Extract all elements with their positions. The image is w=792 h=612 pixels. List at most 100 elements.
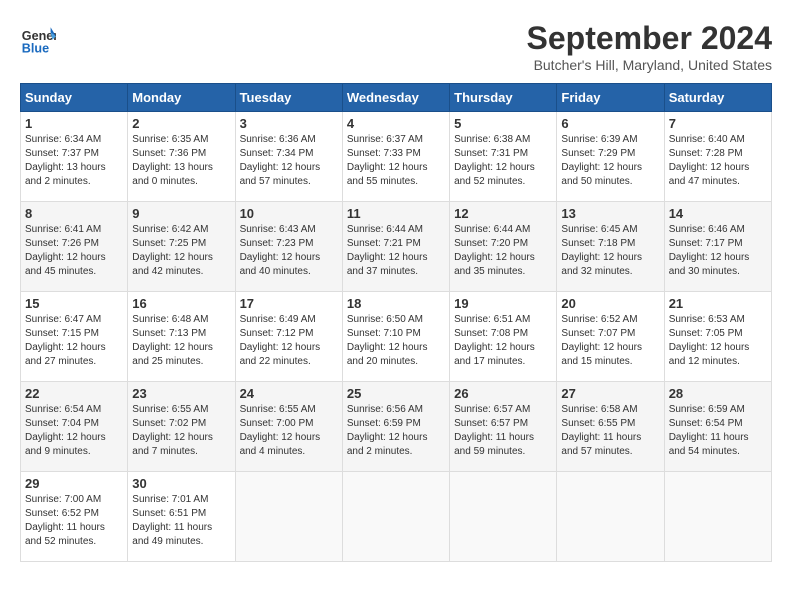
calendar-cell: 13 Sunrise: 6:45 AM Sunset: 7:18 PM Dayl… xyxy=(557,202,664,292)
calendar-cell: 21 Sunrise: 6:53 AM Sunset: 7:05 PM Dayl… xyxy=(664,292,771,382)
calendar-cell: 10 Sunrise: 6:43 AM Sunset: 7:23 PM Dayl… xyxy=(235,202,342,292)
calendar-cell: 8 Sunrise: 6:41 AM Sunset: 7:26 PM Dayli… xyxy=(21,202,128,292)
calendar-cell: 3 Sunrise: 6:36 AM Sunset: 7:34 PM Dayli… xyxy=(235,112,342,202)
calendar-cell: 15 Sunrise: 6:47 AM Sunset: 7:15 PM Dayl… xyxy=(21,292,128,382)
month-title: September 2024 xyxy=(527,20,772,57)
day-info: Sunrise: 6:55 AM Sunset: 7:02 PM Dayligh… xyxy=(132,403,230,459)
header-friday: Friday xyxy=(557,84,664,112)
calendar-cell: 2 Sunrise: 6:35 AM Sunset: 7:36 PM Dayli… xyxy=(128,112,235,202)
day-number: 2 xyxy=(132,116,230,131)
header-monday: Monday xyxy=(128,84,235,112)
day-info: Sunrise: 7:00 AM Sunset: 6:52 PM Dayligh… xyxy=(25,493,123,549)
day-info: Sunrise: 6:59 AM Sunset: 6:54 PM Dayligh… xyxy=(669,403,767,459)
logo-icon: General Blue xyxy=(20,20,56,56)
day-info: Sunrise: 7:01 AM Sunset: 6:51 PM Dayligh… xyxy=(132,493,230,549)
calendar-cell: 5 Sunrise: 6:38 AM Sunset: 7:31 PM Dayli… xyxy=(450,112,557,202)
calendar-cell: 30 Sunrise: 7:01 AM Sunset: 6:51 PM Dayl… xyxy=(128,472,235,562)
day-number: 7 xyxy=(669,116,767,131)
day-info: Sunrise: 6:35 AM Sunset: 7:36 PM Dayligh… xyxy=(132,133,230,189)
day-number: 28 xyxy=(669,386,767,401)
day-number: 21 xyxy=(669,296,767,311)
day-number: 20 xyxy=(561,296,659,311)
calendar-cell: 16 Sunrise: 6:48 AM Sunset: 7:13 PM Dayl… xyxy=(128,292,235,382)
calendar-cell: 24 Sunrise: 6:55 AM Sunset: 7:00 PM Dayl… xyxy=(235,382,342,472)
calendar-cell xyxy=(664,472,771,562)
day-number: 6 xyxy=(561,116,659,131)
day-number: 12 xyxy=(454,206,552,221)
calendar-cell xyxy=(450,472,557,562)
calendar-cell xyxy=(557,472,664,562)
day-info: Sunrise: 6:40 AM Sunset: 7:28 PM Dayligh… xyxy=(669,133,767,189)
header-row: SundayMondayTuesdayWednesdayThursdayFrid… xyxy=(21,84,772,112)
calendar-cell xyxy=(235,472,342,562)
day-number: 13 xyxy=(561,206,659,221)
day-info: Sunrise: 6:41 AM Sunset: 7:26 PM Dayligh… xyxy=(25,223,123,279)
week-row-3: 22 Sunrise: 6:54 AM Sunset: 7:04 PM Dayl… xyxy=(21,382,772,472)
day-number: 3 xyxy=(240,116,338,131)
day-info: Sunrise: 6:58 AM Sunset: 6:55 PM Dayligh… xyxy=(561,403,659,459)
day-number: 8 xyxy=(25,206,123,221)
day-number: 30 xyxy=(132,476,230,491)
day-info: Sunrise: 6:34 AM Sunset: 7:37 PM Dayligh… xyxy=(25,133,123,189)
calendar-cell: 1 Sunrise: 6:34 AM Sunset: 7:37 PM Dayli… xyxy=(21,112,128,202)
header-thursday: Thursday xyxy=(450,84,557,112)
day-number: 19 xyxy=(454,296,552,311)
header-wednesday: Wednesday xyxy=(342,84,449,112)
day-info: Sunrise: 6:51 AM Sunset: 7:08 PM Dayligh… xyxy=(454,313,552,369)
calendar-cell: 26 Sunrise: 6:57 AM Sunset: 6:57 PM Dayl… xyxy=(450,382,557,472)
header-tuesday: Tuesday xyxy=(235,84,342,112)
calendar-cell: 28 Sunrise: 6:59 AM Sunset: 6:54 PM Dayl… xyxy=(664,382,771,472)
calendar-cell: 25 Sunrise: 6:56 AM Sunset: 6:59 PM Dayl… xyxy=(342,382,449,472)
calendar-cell: 12 Sunrise: 6:44 AM Sunset: 7:20 PM Dayl… xyxy=(450,202,557,292)
day-info: Sunrise: 6:52 AM Sunset: 7:07 PM Dayligh… xyxy=(561,313,659,369)
day-info: Sunrise: 6:42 AM Sunset: 7:25 PM Dayligh… xyxy=(132,223,230,279)
day-info: Sunrise: 6:44 AM Sunset: 7:21 PM Dayligh… xyxy=(347,223,445,279)
day-number: 15 xyxy=(25,296,123,311)
day-info: Sunrise: 6:39 AM Sunset: 7:29 PM Dayligh… xyxy=(561,133,659,189)
day-number: 25 xyxy=(347,386,445,401)
day-info: Sunrise: 6:48 AM Sunset: 7:13 PM Dayligh… xyxy=(132,313,230,369)
calendar-cell: 9 Sunrise: 6:42 AM Sunset: 7:25 PM Dayli… xyxy=(128,202,235,292)
day-number: 24 xyxy=(240,386,338,401)
day-info: Sunrise: 6:38 AM Sunset: 7:31 PM Dayligh… xyxy=(454,133,552,189)
calendar-cell: 27 Sunrise: 6:58 AM Sunset: 6:55 PM Dayl… xyxy=(557,382,664,472)
day-info: Sunrise: 6:50 AM Sunset: 7:10 PM Dayligh… xyxy=(347,313,445,369)
calendar-cell: 29 Sunrise: 7:00 AM Sunset: 6:52 PM Dayl… xyxy=(21,472,128,562)
day-number: 9 xyxy=(132,206,230,221)
calendar-cell: 22 Sunrise: 6:54 AM Sunset: 7:04 PM Dayl… xyxy=(21,382,128,472)
day-number: 14 xyxy=(669,206,767,221)
week-row-0: 1 Sunrise: 6:34 AM Sunset: 7:37 PM Dayli… xyxy=(21,112,772,202)
calendar-cell: 7 Sunrise: 6:40 AM Sunset: 7:28 PM Dayli… xyxy=(664,112,771,202)
week-row-1: 8 Sunrise: 6:41 AM Sunset: 7:26 PM Dayli… xyxy=(21,202,772,292)
day-info: Sunrise: 6:56 AM Sunset: 6:59 PM Dayligh… xyxy=(347,403,445,459)
calendar-cell: 18 Sunrise: 6:50 AM Sunset: 7:10 PM Dayl… xyxy=(342,292,449,382)
day-info: Sunrise: 6:57 AM Sunset: 6:57 PM Dayligh… xyxy=(454,403,552,459)
svg-text:Blue: Blue xyxy=(22,41,49,55)
calendar-cell: 14 Sunrise: 6:46 AM Sunset: 7:17 PM Dayl… xyxy=(664,202,771,292)
day-number: 29 xyxy=(25,476,123,491)
day-info: Sunrise: 6:46 AM Sunset: 7:17 PM Dayligh… xyxy=(669,223,767,279)
calendar-cell: 17 Sunrise: 6:49 AM Sunset: 7:12 PM Dayl… xyxy=(235,292,342,382)
day-number: 17 xyxy=(240,296,338,311)
calendar-cell: 11 Sunrise: 6:44 AM Sunset: 7:21 PM Dayl… xyxy=(342,202,449,292)
header-sunday: Sunday xyxy=(21,84,128,112)
day-info: Sunrise: 6:55 AM Sunset: 7:00 PM Dayligh… xyxy=(240,403,338,459)
day-number: 11 xyxy=(347,206,445,221)
week-row-2: 15 Sunrise: 6:47 AM Sunset: 7:15 PM Dayl… xyxy=(21,292,772,382)
calendar-table: SundayMondayTuesdayWednesdayThursdayFrid… xyxy=(20,83,772,562)
day-info: Sunrise: 6:49 AM Sunset: 7:12 PM Dayligh… xyxy=(240,313,338,369)
calendar-cell: 4 Sunrise: 6:37 AM Sunset: 7:33 PM Dayli… xyxy=(342,112,449,202)
day-info: Sunrise: 6:45 AM Sunset: 7:18 PM Dayligh… xyxy=(561,223,659,279)
calendar-cell: 23 Sunrise: 6:55 AM Sunset: 7:02 PM Dayl… xyxy=(128,382,235,472)
location: Butcher's Hill, Maryland, United States xyxy=(527,57,772,73)
day-info: Sunrise: 6:54 AM Sunset: 7:04 PM Dayligh… xyxy=(25,403,123,459)
day-number: 16 xyxy=(132,296,230,311)
day-info: Sunrise: 6:36 AM Sunset: 7:34 PM Dayligh… xyxy=(240,133,338,189)
calendar-cell: 6 Sunrise: 6:39 AM Sunset: 7:29 PM Dayli… xyxy=(557,112,664,202)
header-saturday: Saturday xyxy=(664,84,771,112)
day-number: 18 xyxy=(347,296,445,311)
day-info: Sunrise: 6:47 AM Sunset: 7:15 PM Dayligh… xyxy=(25,313,123,369)
day-info: Sunrise: 6:44 AM Sunset: 7:20 PM Dayligh… xyxy=(454,223,552,279)
logo: General Blue xyxy=(20,20,56,56)
day-number: 10 xyxy=(240,206,338,221)
